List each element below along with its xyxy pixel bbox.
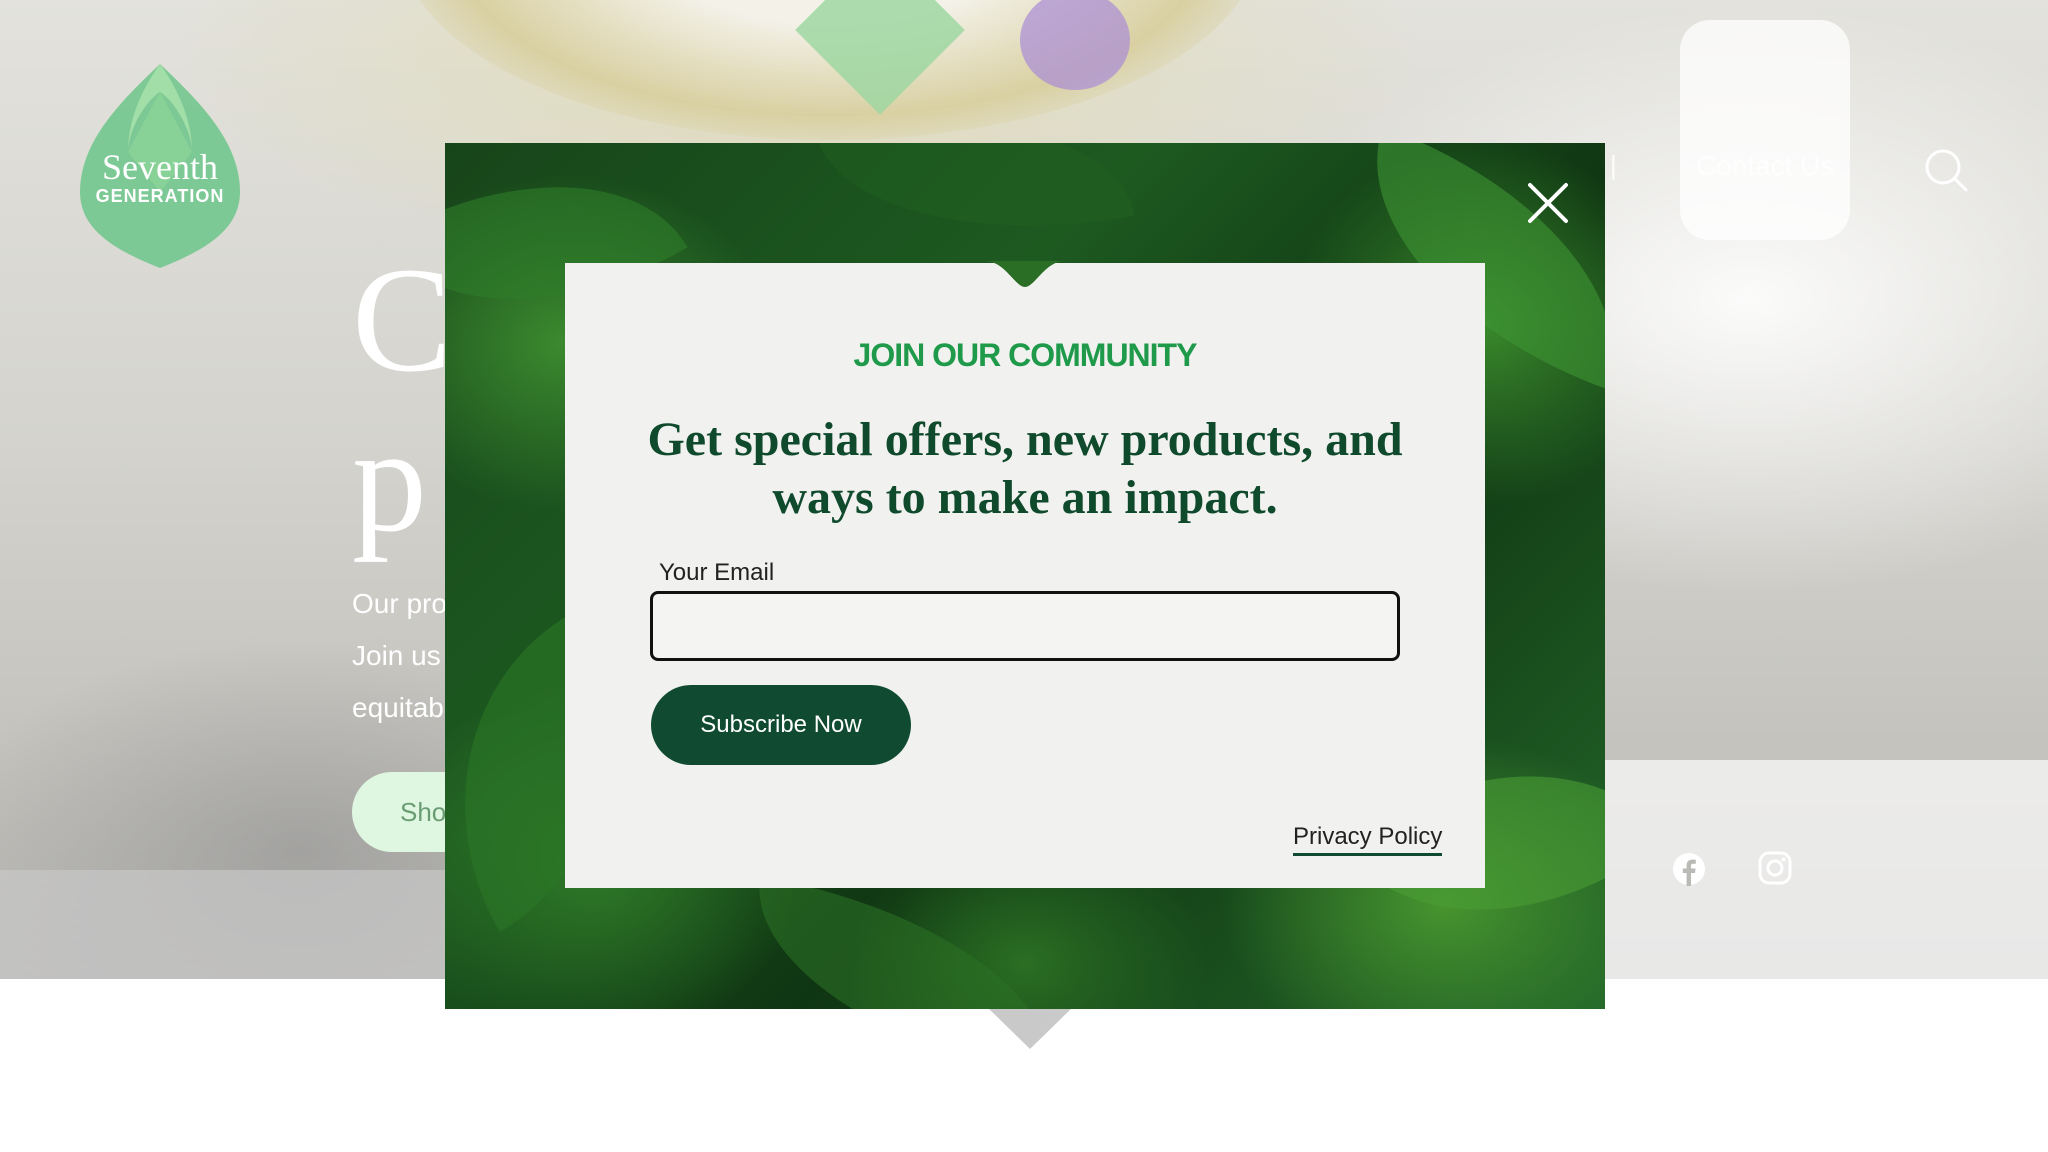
newsletter-modal: JOIN OUR COMMUNITY Get special offers, n…: [445, 143, 1605, 1009]
subscribe-button[interactable]: Subscribe Now: [651, 685, 911, 765]
hero-body-line1: Our pro: [352, 588, 447, 619]
instagram-icon[interactable]: [1757, 850, 1793, 886]
search-icon[interactable]: [1924, 148, 1968, 192]
signup-card: JOIN OUR COMMUNITY Get special offers, n…: [565, 261, 1485, 888]
hero-heading-line2: p: [352, 397, 427, 563]
hero-heading-line1: C: [352, 237, 453, 403]
nav-contact-us[interactable]: Contact Us: [1696, 150, 1835, 182]
hero-body-line3: equitab: [352, 692, 444, 723]
modal-headline: Get special offers, new products, and wa…: [647, 413, 1403, 524]
brand-name-line1: Seventh: [102, 147, 218, 187]
brand-logo[interactable]: Seventh GENERATION: [80, 62, 240, 270]
email-input[interactable]: [650, 591, 1400, 661]
email-label: Your Email: [659, 559, 775, 586]
close-icon[interactable]: [1524, 179, 1572, 227]
card-notch: [945, 261, 1105, 287]
leaf-decoration: [815, 143, 1135, 268]
hero-heading: C p: [352, 240, 452, 560]
nav-separator: |: [1610, 150, 1617, 180]
leaf-decoration: [734, 876, 1076, 1009]
join-community-heading: JOIN OUR COMMUNITY: [853, 337, 1198, 373]
hero-image-shelf: [1600, 760, 2048, 979]
privacy-policy-link[interactable]: Privacy Policy: [1293, 823, 1443, 856]
facebook-icon[interactable]: [1672, 852, 1706, 886]
modal-pointer: [985, 1005, 1075, 1049]
hero-image-jar: [1680, 20, 1850, 240]
brand-name-line2: GENERATION: [95, 186, 225, 206]
hero-body-line2: Join us: [352, 640, 441, 671]
hero-body-text: Our pro Join us equitab: [352, 578, 447, 734]
